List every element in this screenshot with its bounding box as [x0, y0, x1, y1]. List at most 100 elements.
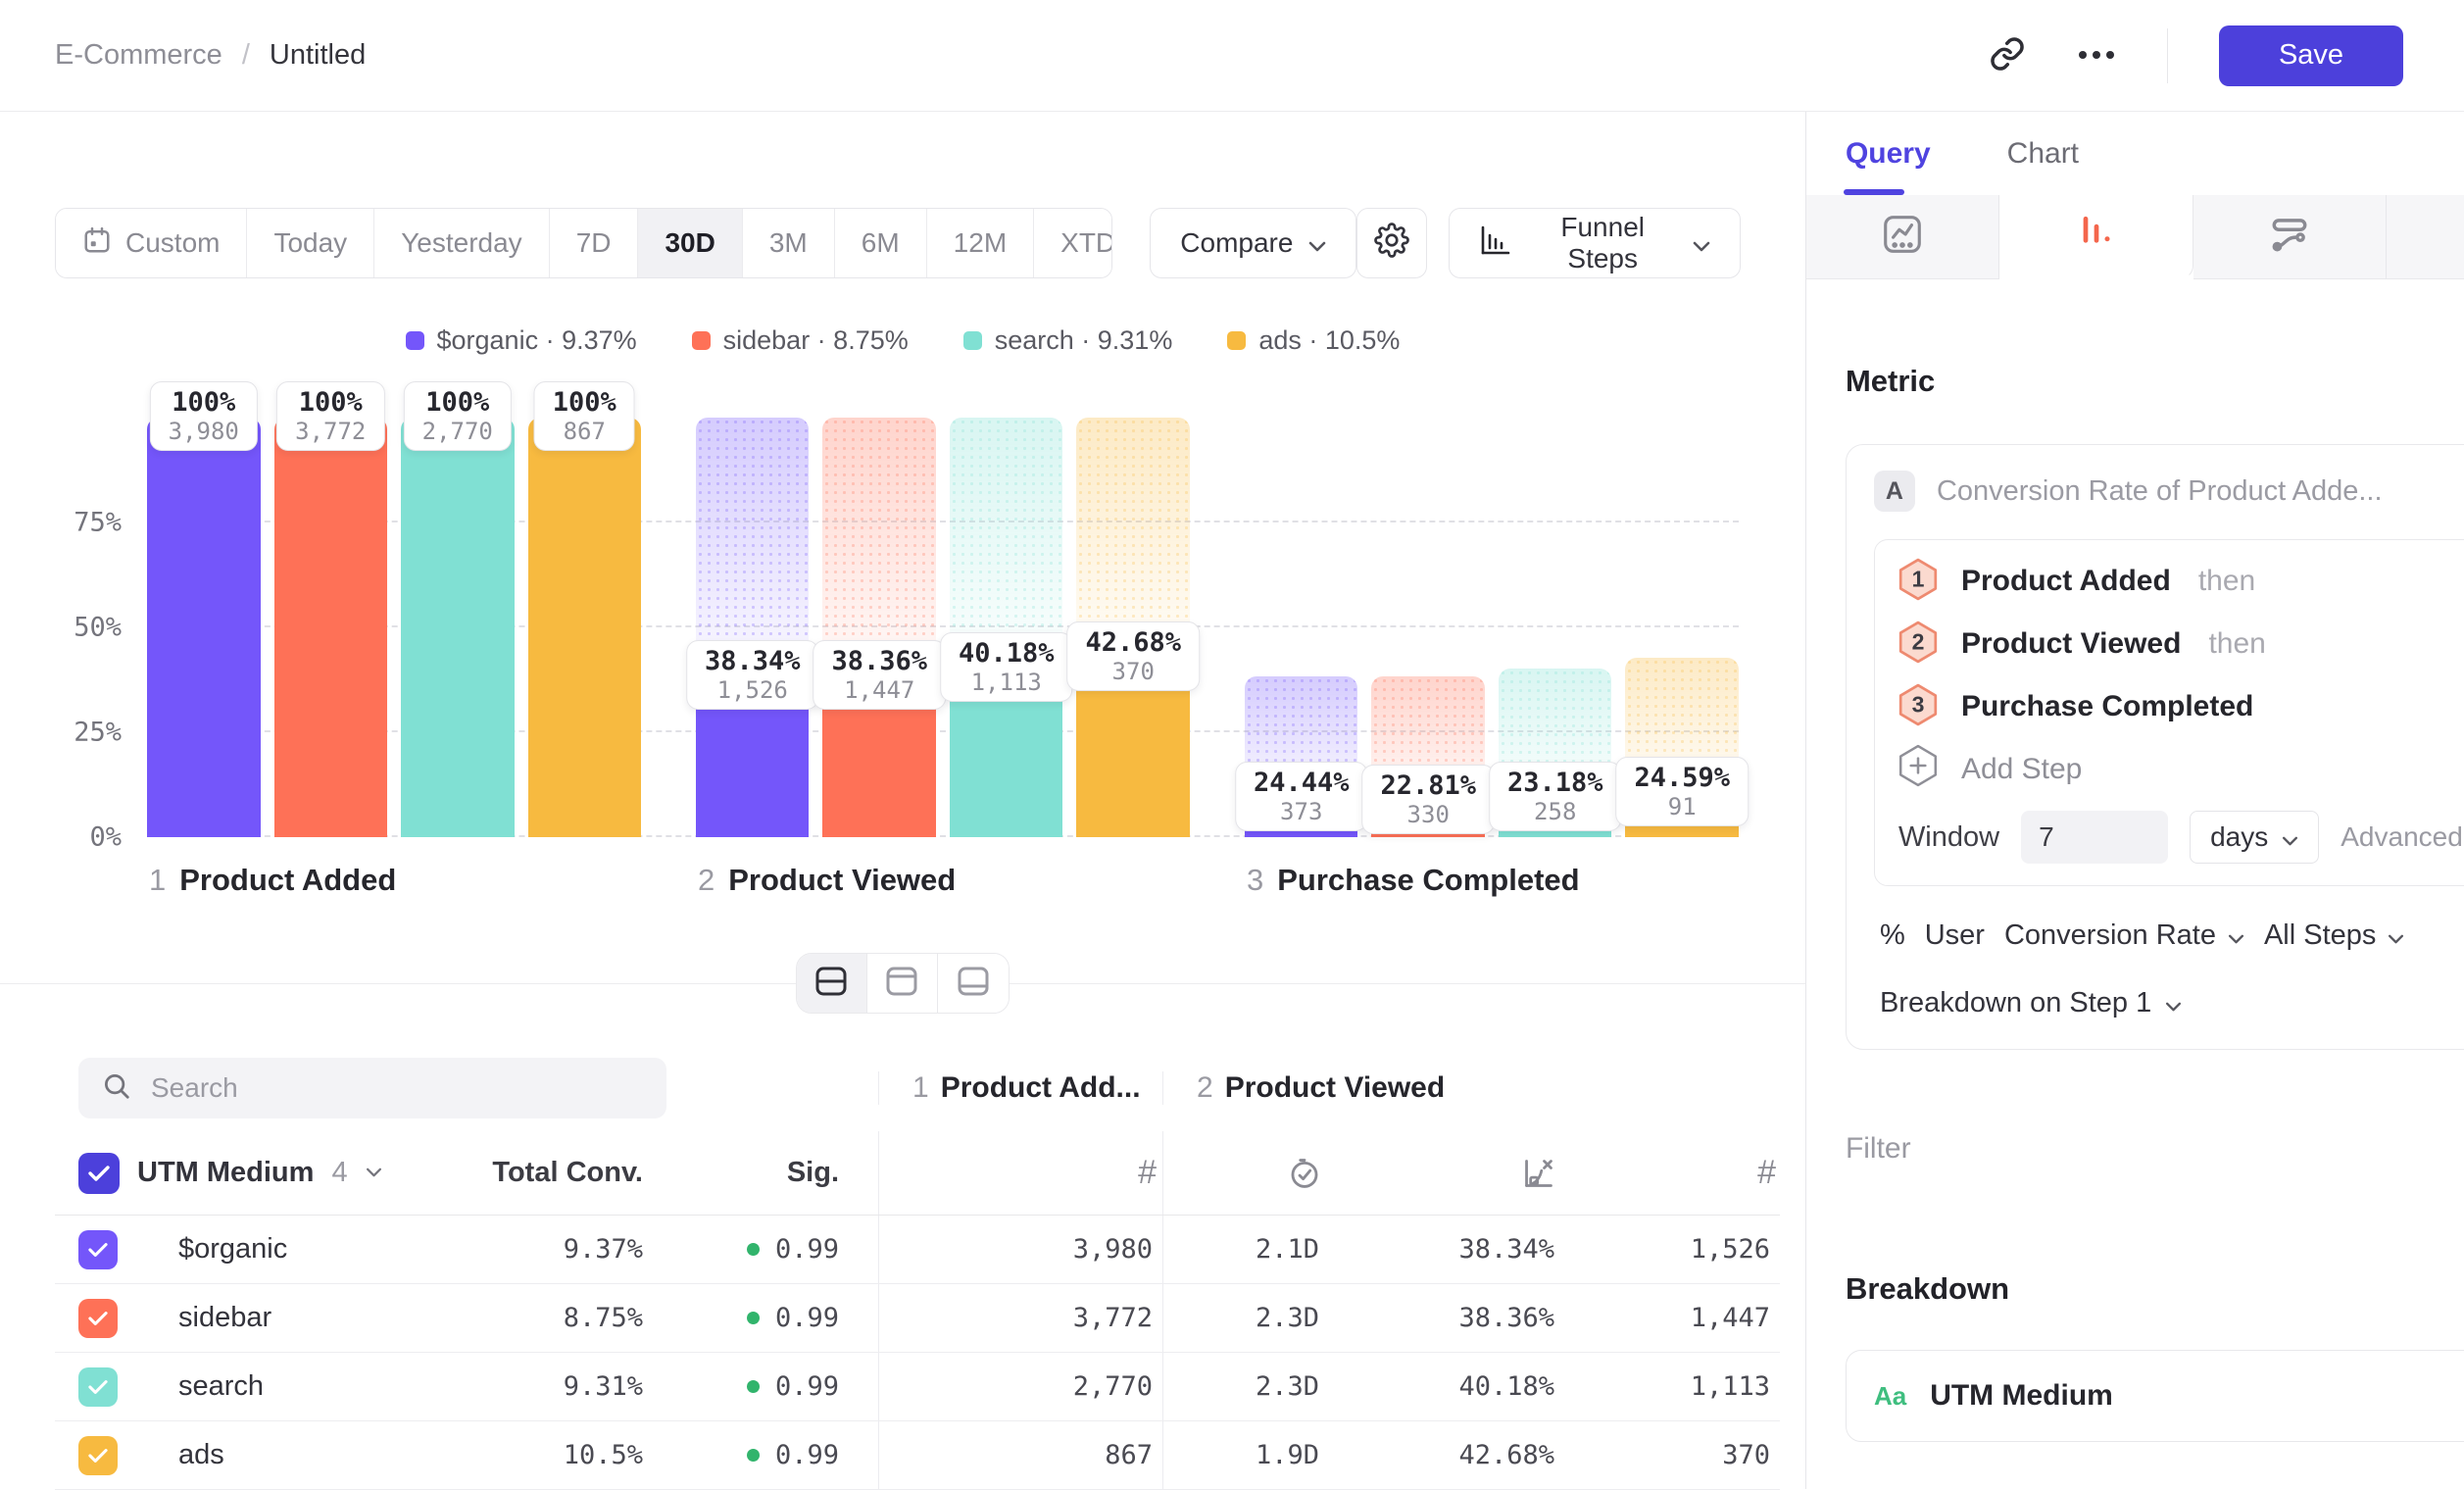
bar-ads-step1[interactable]: 100%867: [528, 418, 642, 837]
table-row-ads[interactable]: ads10.5%0.998671.9D42.68%370: [55, 1421, 1780, 1490]
sig-cell: 0.99: [643, 1216, 839, 1283]
layout-option-table-only[interactable]: [938, 954, 1009, 1013]
query-step-1[interactable]: 1Product Addedthen: [1875, 550, 2464, 613]
bar-organic-step3[interactable]: 24.44%373: [1245, 418, 1358, 837]
advanced-toggle[interactable]: Advanced: [2341, 821, 2464, 853]
chart-type-retention-grid[interactable]: [2387, 195, 2464, 279]
bar-value-label: 100%2,770: [404, 381, 512, 451]
layout-option-chart-only[interactable]: [867, 954, 938, 1013]
total-conv-cell: 10.5%: [457, 1421, 643, 1489]
measure-scope-dropdown[interactable]: All Steps: [2264, 919, 2404, 952]
breadcrumb-current[interactable]: Untitled: [270, 39, 366, 72]
chevron-down-icon[interactable]: [366, 1165, 382, 1182]
bar-pct: 24.44%: [1254, 768, 1350, 799]
range-option-custom[interactable]: Custom: [56, 209, 247, 277]
row-checkbox[interactable]: [78, 1436, 118, 1475]
bar-sidebar-step3[interactable]: 22.81%330: [1371, 418, 1485, 837]
save-button[interactable]: Save: [2219, 25, 2403, 86]
bar-value-label: 100%3,772: [276, 381, 384, 451]
bar-organic-step2[interactable]: 38.34%1,526: [696, 418, 810, 837]
topbar-divider: [2167, 28, 2168, 83]
step-group-2: 38.34%1,52638.36%1,44740.18%1,11342.68%3…: [696, 418, 1190, 837]
row-checkbox[interactable]: [78, 1230, 118, 1269]
range-option-xtd[interactable]: XTD: [1034, 209, 1112, 277]
sig-dot: [747, 1312, 760, 1324]
tab-chart[interactable]: Chart: [2007, 112, 2079, 195]
bar-ads-step2[interactable]: 42.68%370: [1076, 418, 1190, 837]
range-option-6m[interactable]: 6M: [835, 209, 927, 277]
bar-search-step1[interactable]: 100%2,770: [401, 418, 515, 837]
more-menu-button[interactable]: [2077, 48, 2116, 63]
range-option-3m[interactable]: 3M: [743, 209, 835, 277]
sig-cell: 0.99: [643, 1353, 839, 1420]
bar-pct: 38.34%: [705, 646, 801, 677]
chart-type-flow[interactable]: [2193, 195, 2387, 279]
legend-item-search[interactable]: search · 9.31%: [963, 325, 1173, 356]
select-all-checkbox[interactable]: [78, 1153, 120, 1194]
conversion-window-row: Window days Advanced: [1875, 801, 2464, 879]
legend-item-ads[interactable]: ads · 10.5%: [1227, 325, 1400, 356]
breadcrumb-parent[interactable]: E-Commerce: [55, 39, 222, 72]
share-link-button[interactable]: [1989, 35, 2026, 75]
chevron-down-icon: [2388, 919, 2404, 952]
table-row-sidebar[interactable]: sidebar8.75%0.993,7722.3D38.36%1,447: [55, 1284, 1780, 1353]
funnel-steps-card: 1Product Addedthen2Product Viewedthen3Pu…: [1874, 539, 2464, 886]
query-step-3[interactable]: 3Purchase Completed: [1875, 675, 2464, 738]
range-option-7d[interactable]: 7D: [550, 209, 639, 277]
sig-cell: 0.99: [643, 1284, 839, 1352]
bar-value-label: 22.81%330: [1361, 765, 1495, 834]
measure-entity-dropdown[interactable]: User: [1925, 919, 1985, 952]
breakdown-item[interactable]: Aa UTM Medium: [1846, 1350, 2464, 1442]
search-input[interactable]: [151, 1072, 602, 1104]
range-option-yesterday[interactable]: Yesterday: [374, 209, 550, 277]
bar-pct: 38.36%: [831, 646, 927, 677]
add-step-button[interactable]: Add Step: [1875, 738, 2464, 801]
legend-item-sidebar[interactable]: sidebar · 8.75%: [692, 325, 909, 356]
col-total-conv[interactable]: Total Conv.: [457, 1131, 643, 1215]
ghost-bar: [950, 418, 1063, 669]
range-option-12m[interactable]: 12M: [927, 209, 1034, 277]
metric-count-icon[interactable]: #: [878, 1131, 1162, 1215]
query-step-2[interactable]: 2Product Viewedthen: [1875, 613, 2464, 675]
table-search[interactable]: [78, 1058, 666, 1118]
table-row-organic[interactable]: $organic9.37%0.993,9802.1D38.34%1,526: [55, 1216, 1780, 1284]
layout-option-split-view[interactable]: [797, 954, 867, 1013]
group-column-label[interactable]: UTM Medium: [137, 1157, 314, 1189]
range-option-today[interactable]: Today: [247, 209, 374, 277]
chart-type-funnel[interactable]: [1999, 195, 2193, 279]
table-only-icon: [957, 966, 990, 1002]
bar-pct: 100%: [422, 387, 493, 419]
chart-type-line-chart[interactable]: [1806, 195, 1999, 279]
row-checkbox[interactable]: [78, 1299, 118, 1338]
legend-item-organic[interactable]: $organic · 9.37%: [406, 325, 637, 356]
query-panel: QueryChart Metric A Conversion Rate of P…: [1805, 112, 2464, 1489]
col-sig[interactable]: Sig.: [643, 1131, 839, 1215]
breakdown-on-step-dropdown[interactable]: Breakdown on Step 1: [1874, 987, 2464, 1019]
table-row-search[interactable]: search9.31%0.992,7702.3D40.18%1,113: [55, 1353, 1780, 1421]
window-unit-dropdown[interactable]: days: [2190, 811, 2319, 864]
chart-view-dropdown[interactable]: Funnel Steps: [1449, 208, 1740, 278]
bar-sidebar-step1[interactable]: 100%3,772: [274, 418, 388, 837]
metric-cell: 38.36%: [1329, 1284, 1564, 1352]
metric-conversion-icon[interactable]: [1329, 1131, 1564, 1215]
tab-query[interactable]: Query: [1846, 112, 1931, 195]
measure-metric-dropdown[interactable]: Conversion Rate: [2004, 919, 2244, 952]
bar-search-step3[interactable]: 23.18%258: [1499, 418, 1612, 837]
calendar-icon: [82, 225, 112, 262]
metric-header[interactable]: A Conversion Rate of Product Adde...: [1874, 471, 2464, 512]
metric-count-icon[interactable]: #: [1564, 1131, 1780, 1215]
bar-organic-step1[interactable]: 100%3,980: [147, 418, 261, 837]
compare-button[interactable]: Compare: [1150, 208, 1356, 278]
range-option-30d[interactable]: 30D: [638, 209, 742, 277]
bar-sidebar-step2[interactable]: 38.36%1,447: [822, 418, 936, 837]
bar-ads-step3[interactable]: 24.59%91: [1625, 418, 1739, 837]
metric-avg-time-icon[interactable]: [1162, 1131, 1329, 1215]
chart-settings-button[interactable]: [1356, 208, 1427, 278]
bar-search-step2[interactable]: 40.18%1,113: [950, 418, 1063, 837]
metric-cell: 370: [1564, 1421, 1780, 1489]
chevron-down-icon: [2165, 987, 2182, 1019]
window-value-input[interactable]: [2021, 811, 2168, 864]
row-checkbox[interactable]: [78, 1367, 118, 1407]
chart-type-tabs: [1806, 195, 2464, 279]
group-count: 4: [331, 1157, 347, 1189]
